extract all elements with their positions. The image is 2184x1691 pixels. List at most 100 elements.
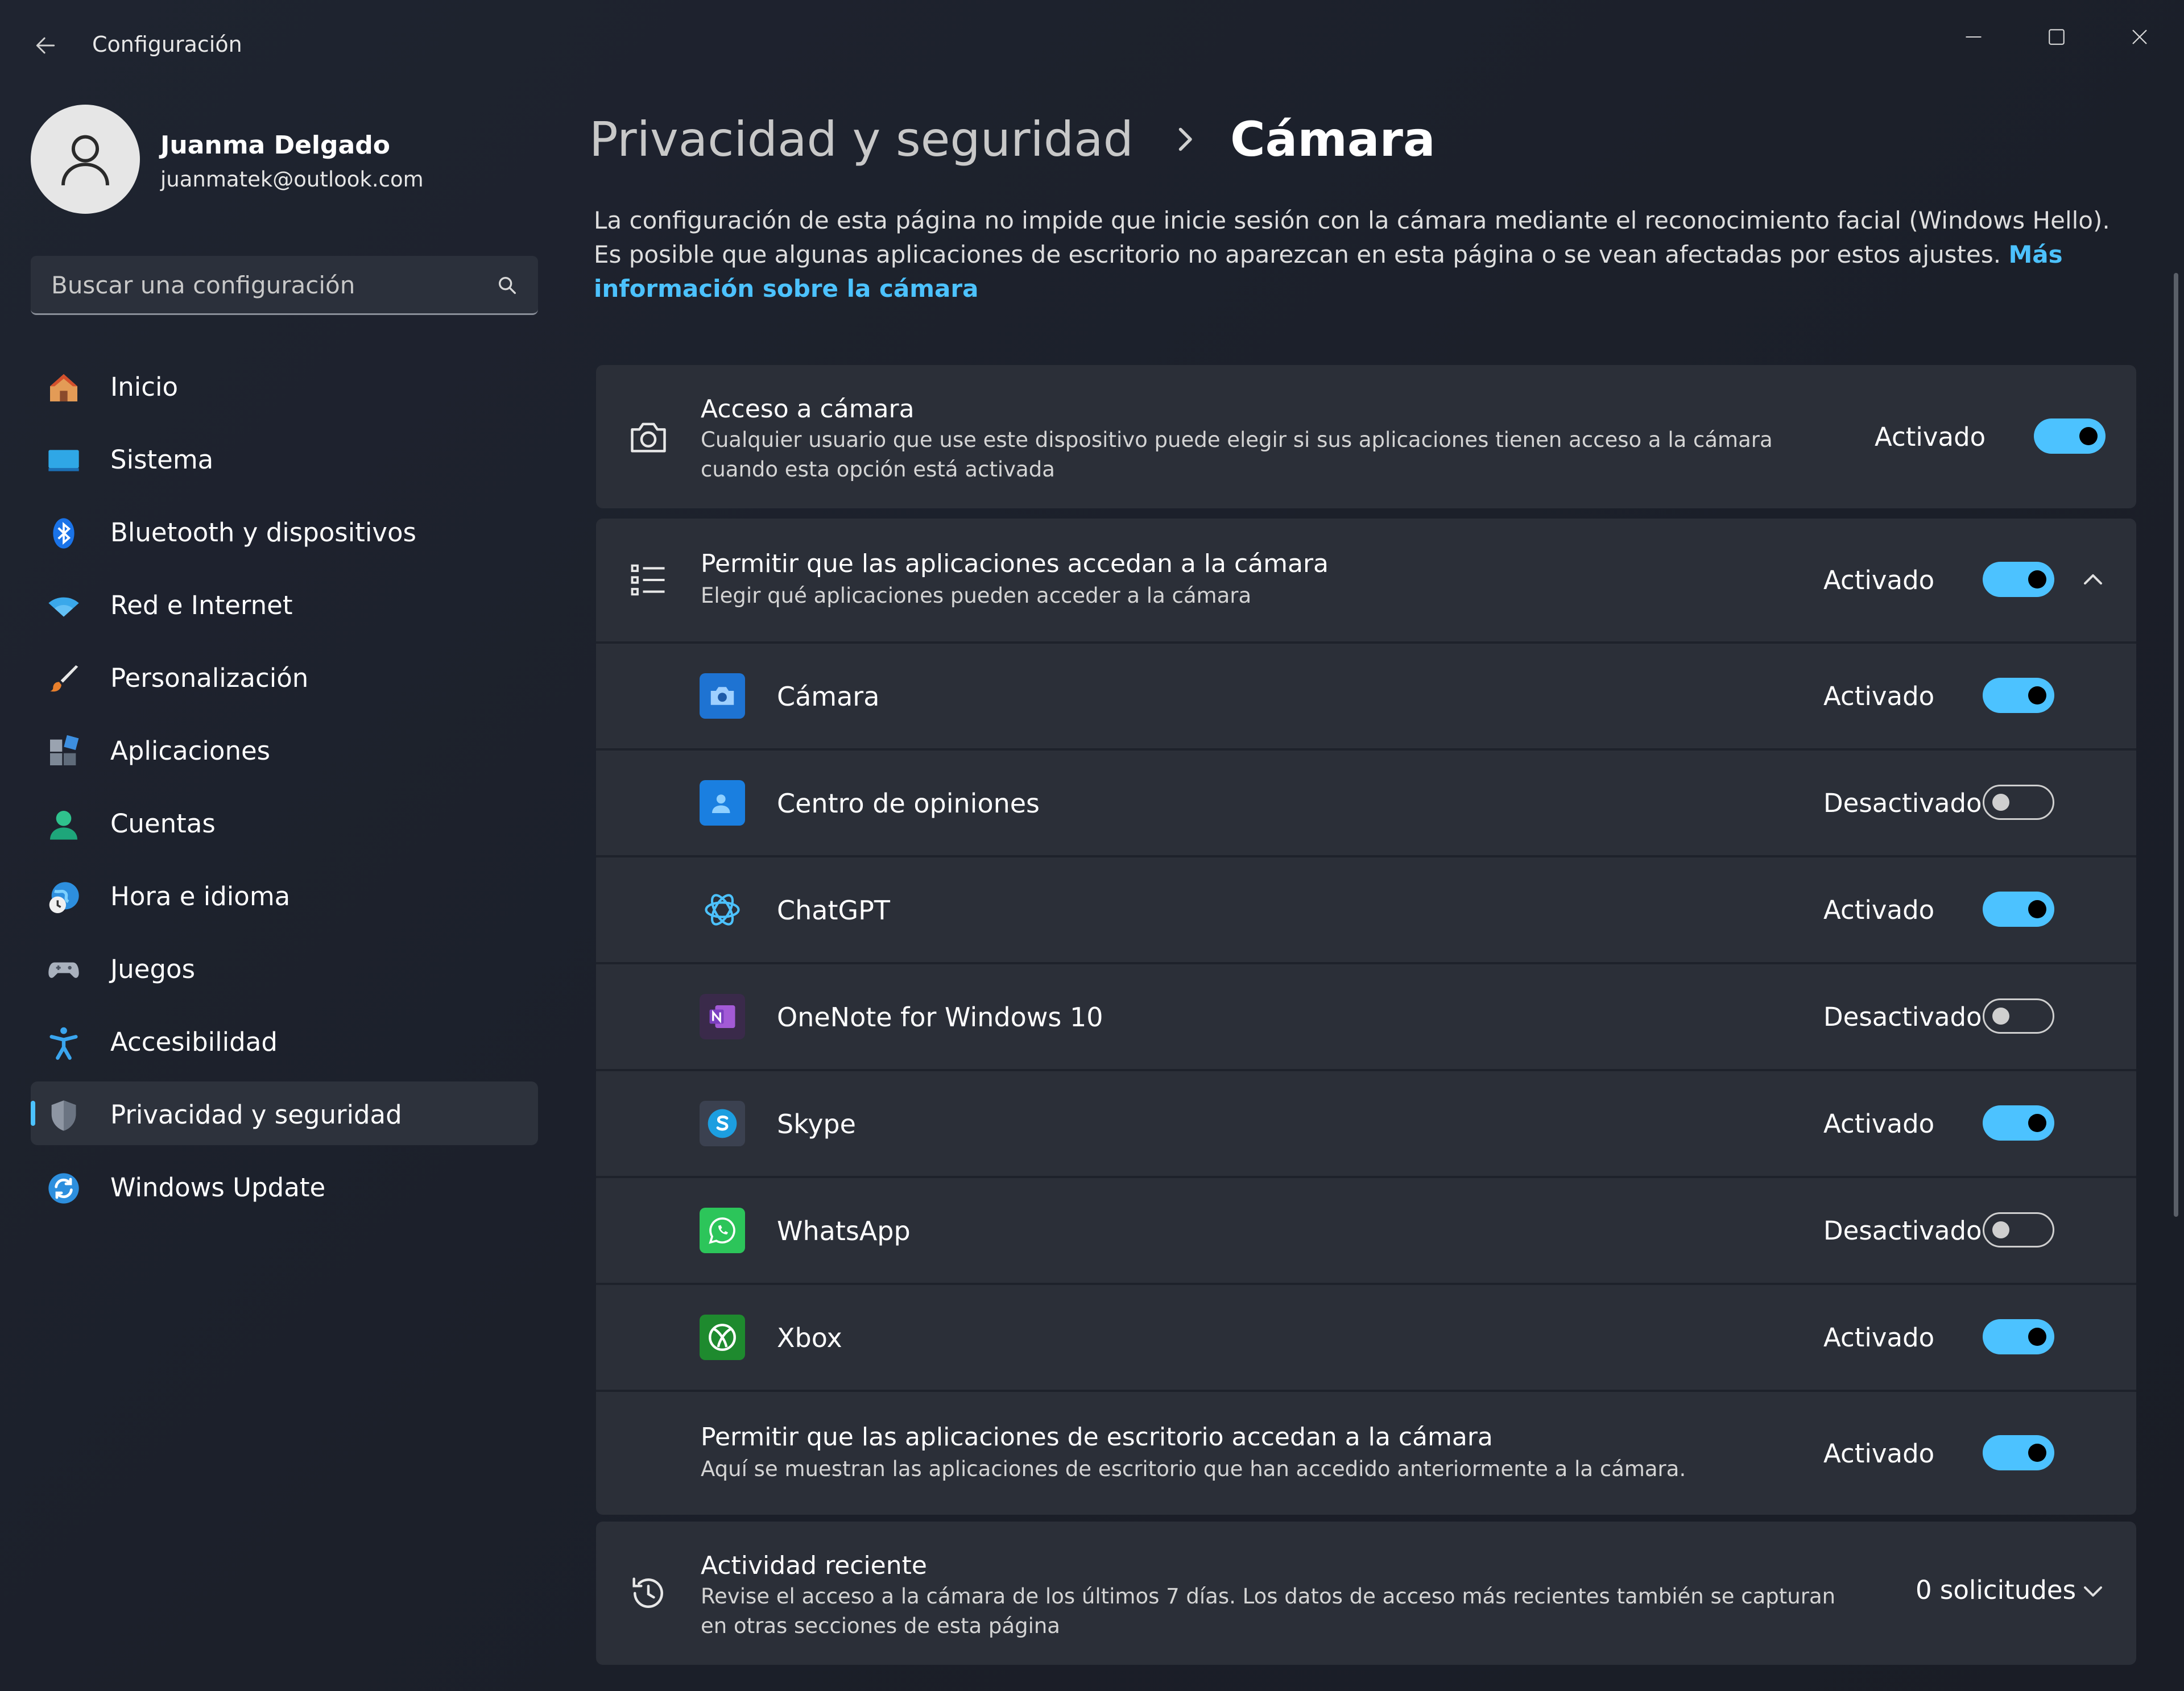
app-name: Skype (777, 1109, 856, 1139)
history-icon (632, 1577, 663, 1608)
shield-icon (51, 1100, 76, 1131)
chevron-down-icon[interactable] (2079, 1577, 2107, 1605)
app-state: Activado (1823, 681, 1935, 711)
app-state: Desactivado (1823, 1216, 1982, 1246)
page-description: La configuración de esta página no impid… (594, 204, 2129, 306)
whatsapp-icon (700, 1208, 745, 1253)
app-toggle-camara[interactable] (1983, 678, 2054, 713)
wifi-icon (48, 597, 79, 617)
sidebar-item-label: Juegos (110, 954, 196, 984)
sidebar-item-aplicaciones[interactable]: Aplicaciones (31, 718, 538, 781)
sidebar-item-juegos[interactable]: Juegos (31, 936, 538, 1000)
app-title: Configuración (92, 32, 242, 57)
app-toggle-onenote[interactable] (1983, 998, 2054, 1034)
sidebar-item-privacidad[interactable]: Privacidad y seguridad (31, 1081, 538, 1145)
xbox-icon (700, 1315, 745, 1360)
app-state: Activado (1823, 895, 1935, 925)
app-name: Centro de opiniones (777, 788, 1040, 819)
search-icon[interactable] (496, 274, 519, 297)
home-icon (50, 374, 77, 401)
breadcrumb-parent[interactable]: Privacidad y seguridad (589, 111, 1134, 167)
sidebar-item-accesibilidad[interactable]: Accesibilidad (31, 1009, 538, 1072)
sidebar-item-label: Sistema (110, 445, 214, 475)
desktop-apps-title: Permitir que las aplicaciones de escrito… (701, 1423, 1493, 1452)
recent-activity-subtitle: Revise el acceso a la cámara de los últi… (701, 1584, 1836, 1638)
close-button[interactable] (2106, 11, 2174, 63)
app-row-centro-opiniones: Centro de opiniones Desactivado (596, 748, 2136, 857)
sidebar-nav: Inicio Sistema Bluetooth y dispositivos … (31, 354, 538, 1227)
xbox-glyph-icon (709, 1324, 736, 1351)
apps-access-card: Permitir que las aplicaciones accedan a … (596, 519, 2136, 1515)
sidebar-item-label: Hora e idioma (110, 881, 291, 911)
app-name: OneNote for Windows 10 (777, 1002, 1103, 1033)
toggle-knob (1992, 1221, 2009, 1238)
avatar[interactable] (31, 105, 140, 214)
app-toggle-skype[interactable] (1983, 1105, 2054, 1141)
apps-access-header[interactable]: Permitir que las aplicaciones accedan a … (596, 519, 2136, 641)
person-glyph-icon (712, 794, 730, 813)
camera-access-title: Acceso a cámara (701, 395, 915, 424)
app-row-onenote: OneNote for Windows 10 Desactivado (596, 962, 2136, 1071)
sidebar-item-inicio[interactable]: Inicio (31, 354, 538, 417)
toggle-knob (2028, 1444, 2046, 1462)
apps-access-toggle[interactable] (1983, 562, 2054, 597)
app-row-skype: Skype Activado (596, 1069, 2136, 1178)
sidebar-item-cuentas[interactable]: Cuentas (31, 790, 538, 854)
sidebar-item-sistema[interactable]: Sistema (31, 426, 538, 490)
desktop-apps-toggle[interactable] (1983, 1435, 2054, 1470)
title-bar: Configuración (0, 0, 2184, 91)
sidebar-item-personalizacion[interactable]: Personalización (31, 645, 538, 708)
onenote-icon (700, 994, 745, 1039)
app-row-xbox: Xbox Activado (596, 1283, 2136, 1392)
user-email: juanmatek@outlook.com (160, 167, 424, 192)
camera-access-toggle[interactable] (2034, 418, 2106, 454)
skype-glyph-icon (708, 1109, 737, 1138)
minimize-icon (1966, 36, 1982, 38)
camera-glyph-icon (710, 687, 734, 705)
recent-activity-card[interactable]: Actividad reciente Revise el acceso a la… (596, 1522, 2136, 1665)
user-icon (61, 135, 109, 186)
toggle-knob (2028, 900, 2046, 918)
sidebar-item-label: Inicio (110, 372, 179, 402)
chevron-up-icon[interactable] (2079, 566, 2107, 594)
scrollbar[interactable] (2174, 273, 2178, 1217)
maximize-icon (2049, 29, 2065, 45)
app-state: Activado (1823, 1323, 1935, 1353)
search-input[interactable] (50, 256, 485, 314)
update-icon (48, 1173, 79, 1204)
app-name: ChatGPT (777, 895, 890, 926)
clock-globe-icon (49, 882, 79, 913)
description-text: La configuración de esta página no impid… (594, 206, 2110, 268)
minimize-button[interactable] (1939, 11, 2008, 63)
app-toggle-chatgpt[interactable] (1983, 892, 2054, 927)
sidebar-item-bluetooth[interactable]: Bluetooth y dispositivos (31, 499, 538, 563)
page-title: Cámara (1230, 111, 1436, 167)
app-row-chatgpt: ChatGPT Activado (596, 855, 2136, 964)
toggle-knob (2079, 427, 2098, 445)
system-icon (48, 450, 79, 471)
app-toggle-centro-opiniones[interactable] (1983, 785, 2054, 820)
sidebar-item-label: Cuentas (110, 809, 216, 839)
sidebar-item-hora[interactable]: Hora e idioma (31, 863, 538, 927)
openai-glyph-icon (705, 894, 740, 926)
user-name: Juanma Delgado (160, 131, 390, 160)
back-button[interactable] (23, 23, 68, 68)
sidebar-item-windows-update[interactable]: Windows Update (31, 1154, 538, 1218)
close-icon (2132, 30, 2147, 44)
app-toggle-whatsapp[interactable] (1983, 1212, 2054, 1247)
apps-access-subtitle: Elegir qué aplicaciones pueden acceder a… (701, 583, 1252, 608)
sidebar-item-label: Red e Internet (110, 590, 293, 620)
sidebar-item-label: Bluetooth y dispositivos (110, 517, 417, 548)
app-state: Desactivado (1823, 788, 1982, 818)
apps-icon (50, 735, 79, 765)
search-box (31, 256, 538, 315)
app-toggle-xbox[interactable] (1983, 1319, 2054, 1354)
skype-icon (700, 1101, 745, 1146)
whatsapp-glyph-icon (709, 1217, 735, 1244)
sidebar-item-label: Aplicaciones (110, 736, 271, 766)
app-row-whatsapp: WhatsApp Desactivado (596, 1176, 2136, 1285)
maximize-button[interactable] (2022, 11, 2091, 63)
arrow-left-icon (36, 37, 55, 54)
sidebar-item-red[interactable]: Red e Internet (31, 572, 538, 636)
toggle-knob (2028, 686, 2046, 704)
